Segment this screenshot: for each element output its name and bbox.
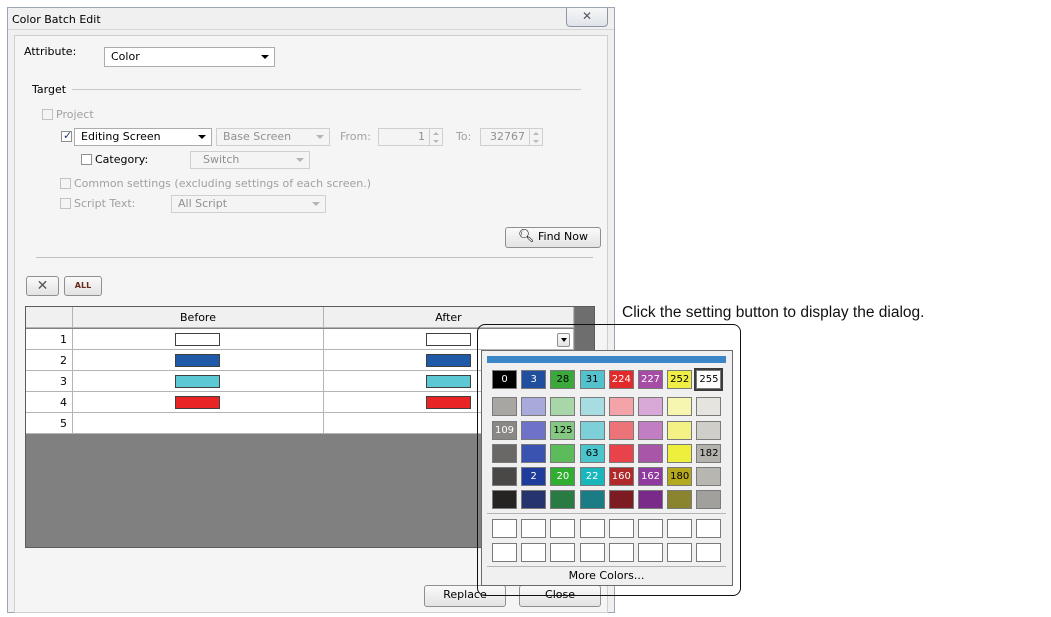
screen-type-value: Base Screen — [223, 130, 292, 143]
table-corner-header — [26, 307, 73, 328]
category-label: Category: — [95, 153, 149, 166]
common-settings-checkbox[interactable] — [60, 178, 71, 189]
target-group-label: Target — [32, 83, 67, 96]
delete-all-button[interactable]: ALL — [64, 276, 102, 296]
common-settings-label: Common settings (excluding settings of e… — [74, 177, 371, 190]
editing-screen-checkbox[interactable] — [61, 129, 72, 142]
row-number[interactable]: 3 — [26, 371, 73, 392]
find-now-button[interactable]: 🔍︎ Find Now — [505, 227, 601, 248]
after-color-swatch — [426, 333, 471, 346]
project-label: Project — [56, 108, 94, 121]
chevron-down-icon — [296, 158, 304, 162]
before-color-swatch — [175, 354, 220, 367]
scope-value: Editing Screen — [81, 130, 161, 143]
from-label: From: — [340, 130, 371, 143]
section-divider — [36, 257, 593, 258]
row-number[interactable]: 5 — [26, 413, 73, 434]
from-value: 1 — [418, 130, 425, 143]
script-value: All Script — [178, 197, 228, 210]
before-color-swatch — [175, 375, 220, 388]
x-icon: ✕ — [36, 278, 49, 294]
attribute-select[interactable]: Color — [104, 47, 275, 67]
before-color-swatch — [175, 333, 220, 346]
to-input[interactable]: 32767 — [480, 128, 530, 146]
row-number[interactable]: 1 — [26, 329, 73, 350]
script-text-checkbox[interactable] — [60, 198, 71, 209]
target-divider — [72, 89, 581, 90]
chevron-down-icon — [261, 55, 269, 59]
row-number[interactable]: 2 — [26, 350, 73, 371]
to-value: 32767 — [490, 130, 525, 143]
attribute-label: Attribute: — [24, 45, 77, 58]
window-title: Color Batch Edit — [12, 13, 101, 26]
after-color-swatch — [426, 396, 471, 409]
after-color-swatch — [426, 354, 471, 367]
project-checkbox[interactable] — [42, 109, 53, 120]
attribute-value: Color — [111, 50, 140, 63]
callout-frame — [477, 324, 741, 596]
category-value: Switch — [203, 153, 240, 166]
from-spinner[interactable] — [429, 128, 443, 146]
scope-select[interactable]: Editing Screen — [74, 128, 212, 146]
to-label: To: — [456, 130, 472, 143]
screen-type-select[interactable]: Base Screen — [216, 128, 330, 146]
find-now-label: Find Now — [538, 230, 588, 243]
delete-button[interactable]: ✕ — [26, 276, 59, 296]
to-spinner[interactable] — [529, 128, 543, 146]
category-checkbox[interactable] — [81, 154, 92, 165]
after-color-swatch — [426, 375, 471, 388]
callout-text: Click the setting button to display the … — [622, 304, 925, 321]
before-color-swatch — [175, 396, 220, 409]
before-cell[interactable] — [73, 413, 324, 434]
chevron-down-icon — [316, 135, 324, 139]
script-select[interactable]: All Script — [171, 195, 326, 213]
window-close-button[interactable]: ✕ — [566, 8, 608, 27]
row-number[interactable]: 4 — [26, 392, 73, 413]
chevron-down-icon — [312, 202, 320, 206]
script-text-label: Script Text: — [74, 197, 136, 210]
from-input[interactable]: 1 — [378, 128, 430, 146]
before-column-header[interactable]: Before — [73, 307, 324, 328]
category-select[interactable]: Switch — [190, 151, 310, 169]
chevron-down-icon — [198, 135, 206, 139]
all-icon: ALL — [74, 281, 92, 290]
search-icon: 🔍︎ — [517, 229, 535, 244]
